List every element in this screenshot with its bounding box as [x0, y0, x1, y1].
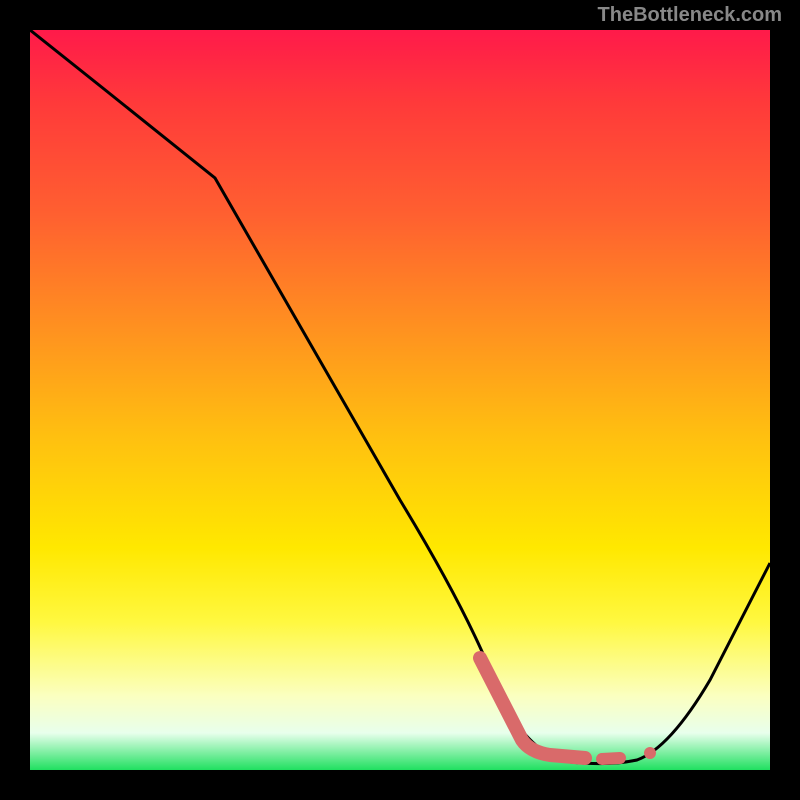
watermark-text: TheBottleneck.com [598, 4, 782, 27]
highlight-segment-1 [480, 658, 585, 758]
chart-overlay [30, 30, 770, 770]
bottleneck-curve [30, 30, 770, 764]
chart-container: TheBottleneck.com [0, 0, 800, 800]
highlight-dot-1 [644, 747, 656, 759]
highlight-segment-2 [602, 758, 620, 759]
